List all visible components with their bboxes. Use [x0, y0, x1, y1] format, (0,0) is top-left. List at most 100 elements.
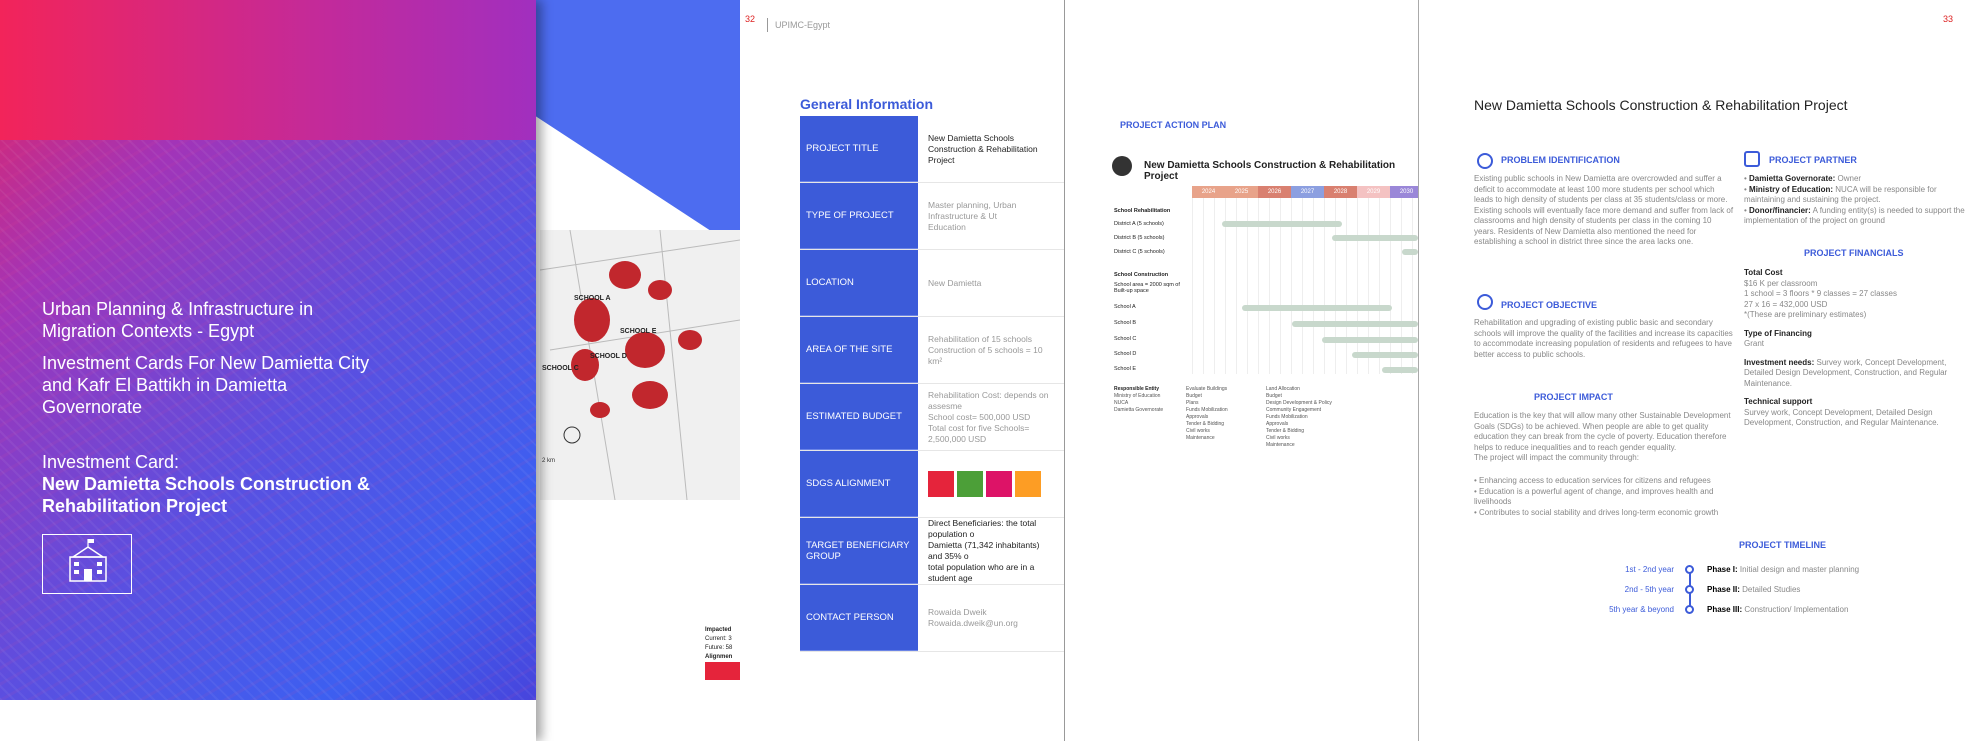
action-plan-page: PROJECT ACTION PLAN New Damietta Schools…	[1066, 0, 1418, 741]
construction-title: School Construction	[1114, 272, 1169, 278]
row-label: TYPE OF PROJECT	[800, 183, 918, 249]
table-row: TARGET BENEFICIARY GROUP Direct Beneficia…	[800, 518, 1064, 585]
page-number: 32	[745, 14, 756, 24]
partner-item: • Damietta Governorate: Owner	[1744, 174, 1862, 183]
legend-item: Funds Mobilization	[1186, 407, 1228, 413]
sdg-10-icon	[986, 471, 1012, 497]
action-plan-title: PROJECT ACTION PLAN	[1120, 120, 1227, 130]
row-label: CONTACT PERSON	[800, 585, 918, 651]
responsible-title: Responsible Entity	[1114, 386, 1160, 392]
school-a-label: SCHOOL A	[574, 295, 611, 302]
row-value: Rehabilitation of 15 schools Constructio…	[928, 333, 1043, 366]
partner-name: Donor/financier:	[1749, 205, 1811, 215]
map-page-blue-panel	[530, 0, 740, 250]
sdg-badge	[705, 662, 740, 680]
construction-row: School A	[1114, 304, 1136, 310]
rehab-title: School Rehabilitation	[1114, 208, 1171, 214]
construction-row: School C	[1114, 336, 1137, 342]
cover-subtitle: Investment Cards For New Damietta City a…	[42, 353, 370, 417]
gantt-bar	[1402, 249, 1418, 255]
table-row: AREA OF THE SITE Rehabilitation of 15 sch…	[800, 317, 1064, 384]
action-plan-project: New Damietta Schools Construction & Reha…	[1144, 160, 1396, 182]
school-e-label: SCHOOL E	[620, 328, 657, 335]
total-cost-label: Total Cost	[1744, 268, 1783, 277]
legend-item: Funds Mobilization	[1266, 414, 1308, 420]
impact-bullets: • Enhancing access to education services…	[1474, 476, 1724, 518]
target-icon	[1477, 294, 1493, 310]
sdg-11-icon	[1015, 471, 1041, 497]
year-cell: 2030	[1390, 186, 1418, 198]
year-cell: 2024	[1192, 186, 1225, 198]
support-text: Survey work, Concept Development, Detail…	[1744, 407, 1939, 428]
gantt-bar	[1382, 367, 1418, 373]
investment-label: Investment needs:	[1744, 357, 1815, 367]
cover-title: Urban Planning & Infrastructure in Migra…	[42, 299, 314, 341]
school-d-label: SCHOOL D	[590, 353, 627, 360]
financing-text: Grant	[1744, 339, 1765, 348]
row-value: Rehabilitation Cost: depends on assesme …	[928, 389, 1049, 444]
legend-item: Budget	[1186, 393, 1202, 399]
map-page: SCHOOL A SCHOOL E SCHOOL D SCHOOL C 2 km…	[530, 0, 740, 741]
phase-label: Phase II:	[1707, 585, 1740, 594]
phase-desc: Construction/ Implementation	[1744, 605, 1849, 614]
schools-map: SCHOOL A SCHOOL E SCHOOL D SCHOOL C 2 km	[540, 230, 740, 530]
partner-item: • Donor/financier: A funding entity(s) i…	[1744, 205, 1965, 226]
impact-future: Future: 58	[705, 645, 733, 651]
year-cell: 2029	[1357, 186, 1390, 198]
timeline-phase: Phase II: Detailed Studies	[1707, 585, 1800, 594]
row-value: Direct Beneficiaries: the total populati…	[928, 518, 1040, 583]
page-number: 33	[1943, 14, 1954, 24]
cover-card-label: Investment Card:	[42, 452, 180, 472]
timeline-node	[1685, 565, 1694, 574]
legend-item: Approvals	[1266, 421, 1289, 427]
page-heading: New Damietta Schools Construction & Reha…	[1474, 97, 1848, 113]
cover-top-band	[0, 0, 536, 140]
legend-item: Tender & Bidding	[1266, 428, 1305, 434]
phase-desc: Initial design and master planning	[1739, 565, 1860, 574]
document-spread: Urban Planning & Infrastructure in Migra…	[0, 0, 1982, 741]
partner-title: PROJECT PARTNER	[1769, 155, 1857, 165]
objective-text: Rehabilitation and upgrading of existing…	[1474, 318, 1733, 359]
row-value: New Damietta	[928, 277, 982, 288]
gantt-bar	[1242, 305, 1392, 311]
phase-desc: Detailed Studies	[1742, 585, 1801, 594]
legend-item: Civil works	[1186, 428, 1210, 434]
partner-name: Ministry of Education:	[1749, 184, 1834, 194]
cover-footer-strip	[0, 700, 536, 741]
cover-page: Urban Planning & Infrastructure in Migra…	[0, 0, 536, 741]
impact-title: Impacted	[705, 627, 732, 633]
table-row: SDGS ALIGNMENT	[800, 451, 1064, 518]
school-icon	[1112, 156, 1132, 176]
map-impact-note: Impacted Current: 3 Future: 58 Alignmen	[705, 626, 740, 680]
row-label: PROJECT TITLE	[800, 116, 918, 182]
timeline-title: PROJECT TIMELINE	[1739, 540, 1827, 550]
bullet-item: • Enhancing access to education services…	[1474, 476, 1711, 485]
row-value: New Damietta Schools Construction & Reha…	[928, 132, 1038, 165]
page-32: 32 UPIMC-Egypt General Information PROJE…	[735, 0, 1065, 741]
legend-item: Land Allocation	[1266, 386, 1300, 392]
legend-item: Civil works	[1266, 435, 1290, 441]
cover-map-texture	[0, 140, 536, 700]
timeline-node	[1685, 585, 1694, 594]
page-header: UPIMC-Egypt	[775, 20, 831, 30]
table-row: TYPE OF PROJECT Master planning, Urban In…	[800, 183, 1064, 250]
timeline-year-text: 2nd - 5th year	[1624, 585, 1674, 594]
year-cell: 2025	[1225, 186, 1258, 198]
construction-row: School B	[1114, 320, 1137, 326]
construction-row: School E	[1114, 366, 1137, 372]
row-label: TARGET BENEFICIARY GROUP	[800, 518, 918, 584]
years-header: 2024 2025 2026 2027 2028 2029 2030 20	[1192, 186, 1418, 198]
timeline-node	[1685, 605, 1694, 614]
timeline-phase: Phase I: Initial design and master plann…	[1707, 565, 1859, 574]
responsible-legend: Responsible Entity Ministry of Education…	[1114, 386, 1163, 414]
search-icon	[1477, 153, 1493, 169]
bullet-text: Education is a powerful agent of change,…	[1474, 486, 1714, 507]
responsible-item: Damietta Governorate	[1114, 407, 1164, 413]
gantt-bar	[1352, 352, 1418, 358]
legend-item: Maintenance	[1266, 442, 1295, 448]
timeline-years: 2nd - 5th year	[1559, 585, 1674, 595]
sdg-1-icon	[928, 471, 954, 497]
school-building-icon	[42, 534, 132, 594]
bullet-text: Contributes to social stability and driv…	[1479, 507, 1719, 517]
table-row: LOCATION New Damietta	[800, 250, 1064, 317]
